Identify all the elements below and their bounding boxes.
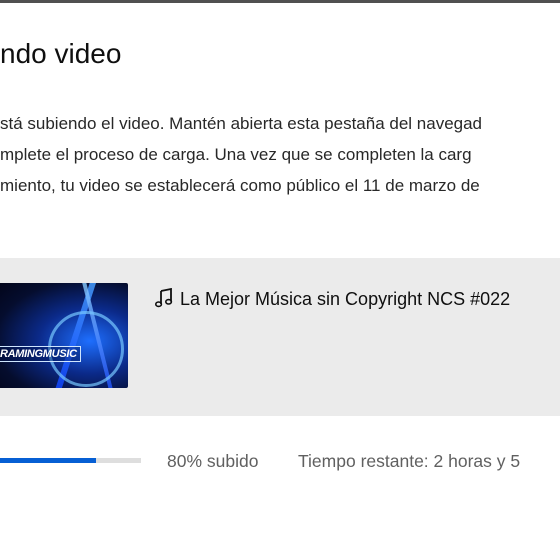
- upload-progress-fill: [0, 458, 96, 463]
- upload-message-line: mplete el proceso de carga. Una vez que …: [0, 145, 472, 164]
- upload-message-line: stá subiendo el video. Mantén abierta es…: [0, 114, 483, 133]
- upload-message-line: miento, tu video se establecerá como púb…: [0, 176, 480, 195]
- video-card: RAMINGMUSIC: [0, 258, 560, 416]
- upload-status: 80% subido: [167, 451, 259, 471]
- video-title-text: La Mejor Música sin Copyright NCS #022: [180, 289, 511, 309]
- video-thumbnail[interactable]: RAMINGMUSIC: [0, 283, 128, 388]
- upload-message: stá subiendo el video. Mantén abierta es…: [0, 108, 560, 201]
- upload-dialog: ndo video stá subiendo el video. Mantén …: [0, 0, 560, 560]
- upload-progress-bar: [0, 458, 141, 463]
- thumbnail-logo-text: RAMINGMUSIC: [0, 346, 81, 362]
- music-note-icon: [154, 287, 174, 308]
- video-title: La Mejor Música sin Copyright NCS #022: [154, 287, 511, 310]
- time-remaining: Tiempo restante: 2 horas y 5: [298, 451, 521, 471]
- dialog-title: ndo video: [0, 38, 122, 69]
- dialog-top-border: [0, 0, 560, 3]
